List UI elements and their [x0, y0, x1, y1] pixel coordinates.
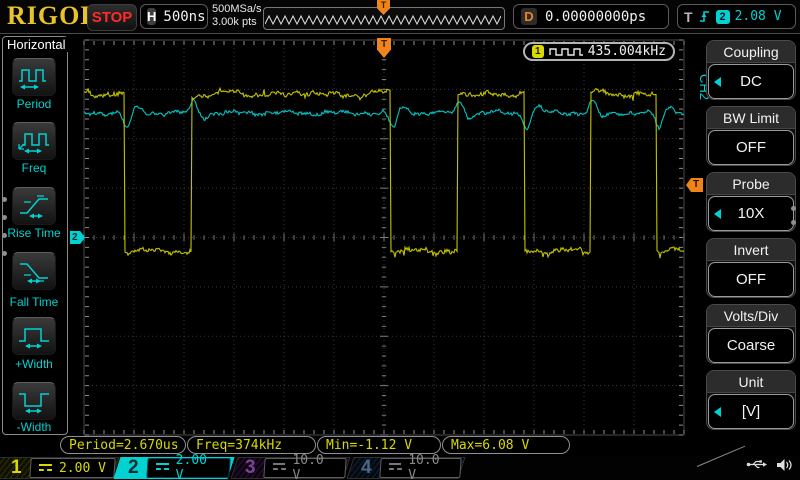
probe-value: 10X — [738, 205, 765, 222]
trigger-label: T — [684, 9, 693, 25]
volts-div-value: Coarse — [727, 337, 775, 354]
memory-depth: 3.00k pts — [212, 16, 262, 29]
measure-button-pos-width[interactable] — [12, 317, 56, 355]
coupling-value: DC — [740, 73, 762, 90]
left-menu-page-dot — [2, 197, 7, 202]
timebase-indicator: H 500ns — [140, 4, 208, 29]
delay-badge: D — [521, 8, 537, 25]
trigger-level-value: 2.08 V — [735, 9, 782, 24]
acquisition-info: 500MSa/s 3.00k pts — [212, 3, 262, 29]
run-state-indicator: STOP — [87, 4, 137, 31]
system-icons — [746, 458, 793, 472]
delay-indicator: D 0.00000000ps — [513, 4, 669, 29]
oscilloscope-screen: RIGOL STOP H 500ns 500MSa/s 3.00k pts D … — [0, 0, 800, 480]
channel-4-scale: 10.0 V — [408, 453, 452, 480]
period-icon — [16, 63, 52, 91]
menu-item-bw-limit[interactable]: BW Limit OFF — [706, 106, 796, 166]
channel-2-number: 2 — [128, 458, 139, 478]
left-arrow-icon — [714, 209, 721, 219]
trigger-source-badge: 2 — [716, 10, 730, 24]
measurement-min: Min=-1.12 V — [317, 436, 441, 454]
channel-3-number: 3 — [245, 458, 256, 478]
left-menu-page-dot — [2, 233, 7, 238]
rigol-logo: RIGOL — [7, 1, 99, 31]
delay-value: 0.00000000ps — [545, 9, 646, 25]
plus-width-icon — [16, 322, 52, 350]
ch2-menu-panel: CH2 Coupling DC BW Limit OFF Probe 10X I… — [699, 34, 800, 456]
measure-button-neg-width[interactable] — [12, 382, 56, 420]
menu-item-volts-div[interactable]: Volts/Div Coarse — [706, 304, 796, 364]
measure-button-freq[interactable] — [12, 122, 56, 160]
menu-item-invert[interactable]: Invert OFF — [706, 238, 796, 298]
measure-label-fall-time: Fall Time — [0, 295, 68, 309]
right-menu-page-dot — [791, 220, 796, 225]
freq-counter-value: 435.004kHz — [588, 44, 666, 59]
measure-button-period[interactable] — [12, 58, 56, 96]
measure-button-fall-time[interactable] — [12, 252, 56, 290]
rising-edge-icon — [698, 9, 711, 24]
unit-value: [V] — [742, 403, 760, 420]
measure-label-period: Period — [0, 97, 68, 111]
bw-limit-value: OFF — [736, 139, 766, 156]
usb-icon — [746, 458, 768, 471]
dc-coupling-icon — [39, 463, 52, 473]
channel-3-indicator[interactable]: 3 10.0 V — [230, 457, 350, 479]
topbar-divider — [0, 33, 800, 34]
measure-label-freq: Freq — [0, 161, 68, 175]
square-wave-icon — [549, 46, 583, 57]
measure-label-pos-width: +Width — [0, 357, 68, 371]
invert-value: OFF — [736, 271, 766, 288]
menu-item-coupling[interactable]: Coupling DC — [706, 40, 796, 100]
dc-coupling-icon — [156, 463, 169, 473]
left-menu-title: Horizontal — [5, 37, 68, 52]
freq-counter-channel-badge: 1 — [532, 45, 544, 58]
channel-4-number: 4 — [361, 458, 372, 478]
right-menu-page-dot — [791, 206, 796, 211]
timebase-value: 500ns — [163, 9, 205, 25]
menu-item-unit[interactable]: Unit [V] — [706, 370, 796, 430]
horizontal-badge: H — [147, 8, 156, 25]
channel-4-indicator[interactable]: 4 10.0 V — [346, 457, 465, 479]
channel-2-indicator[interactable]: 2 2.00 V — [113, 457, 234, 479]
dc-coupling-icon — [273, 463, 285, 473]
measure-button-rise-time[interactable] — [12, 187, 56, 225]
fall-time-icon — [16, 257, 52, 285]
dc-coupling-icon — [389, 463, 401, 473]
sample-rate: 500MSa/s — [212, 3, 262, 16]
channel-2-scale: 2.00 V — [175, 453, 221, 480]
freq-icon — [16, 127, 52, 155]
measurement-freq: Freq=374kHz — [187, 436, 316, 454]
measurement-max: Max=6.08 V — [442, 436, 570, 454]
channel-3-scale: 10.0 V — [292, 453, 337, 480]
scope-display — [0, 0, 800, 480]
minus-width-icon — [16, 387, 52, 415]
left-menu-page-dot — [2, 215, 7, 220]
channel-1-indicator[interactable]: 1 2.00 V — [0, 457, 120, 479]
measure-label-rise-time: Rise Time — [0, 226, 68, 240]
top-status-bar: RIGOL STOP H 500ns 500MSa/s 3.00k pts D … — [0, 0, 800, 33]
frequency-counter: 1 435.004kHz — [523, 42, 675, 61]
trigger-indicator: T 2 2.08 V — [677, 4, 796, 29]
channel-status-bar: 1 2.00 V 2 2.00 V 3 10.0 V — [0, 456, 800, 480]
left-arrow-icon — [714, 77, 721, 87]
left-menu-page-dot — [2, 251, 7, 256]
measure-label-neg-width: -Width — [0, 420, 68, 434]
rise-time-icon — [16, 192, 52, 220]
channel-1-number: 1 — [11, 458, 22, 478]
channel-1-scale: 2.00 V — [59, 461, 106, 476]
beeper-icon — [776, 458, 793, 472]
left-arrow-icon — [714, 407, 721, 417]
measurement-period: Period=2.670us — [60, 436, 186, 454]
menu-item-probe[interactable]: Probe 10X — [706, 172, 796, 232]
